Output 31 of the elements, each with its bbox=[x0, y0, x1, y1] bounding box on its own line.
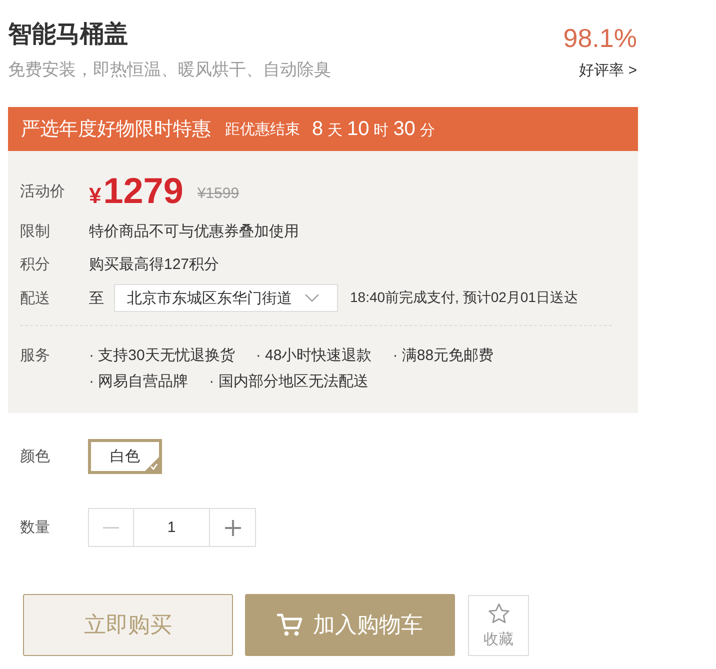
field-label: 数量 bbox=[20, 518, 51, 537]
star-icon bbox=[488, 602, 510, 624]
chevron-down-icon bbox=[305, 294, 319, 302]
service-item: · 支持30天无忧退换货 bbox=[89, 346, 235, 366]
service-item: · 国内部分地区无法配送 bbox=[209, 372, 368, 392]
service-item: · 48小时快速退款 bbox=[256, 346, 372, 366]
countdown-timer: 8 天 10 时 30 分 bbox=[312, 118, 435, 140]
product-title: 智能马桶盖 bbox=[8, 20, 129, 50]
rating-link[interactable]: 好评率 > bbox=[579, 60, 637, 82]
address-dropdown[interactable]: 北京市东城区东华门街道 bbox=[114, 284, 338, 312]
field-label: 积分 bbox=[20, 255, 51, 274]
product-subtitle: 免费安装，即热恒温、暖风烘干、自动除臭 bbox=[8, 59, 331, 81]
original-price: ¥1599 bbox=[197, 184, 240, 202]
cart-icon bbox=[277, 613, 303, 637]
field-label: 活动价 bbox=[20, 182, 66, 200]
promo-title: 严选年度好物限时特惠 bbox=[21, 118, 211, 142]
field-label: 服务 bbox=[20, 346, 51, 366]
sale-price: ¥1279 bbox=[89, 170, 184, 212]
address-prefix: 至 bbox=[89, 288, 104, 308]
field-value: 购买最高得127积分 bbox=[89, 255, 220, 274]
service-item: · 网易自营品牌 bbox=[89, 372, 188, 392]
service-item: · 满88元免邮费 bbox=[392, 346, 494, 366]
color-option[interactable]: 白色 bbox=[88, 439, 162, 474]
field-label: 颜色 bbox=[20, 447, 51, 466]
check-corner-icon bbox=[145, 457, 159, 471]
field-label: 配送 bbox=[20, 288, 51, 308]
delivery-note: 18:40前完成支付, 预计02月01日送达 bbox=[350, 289, 578, 307]
countdown-label: 距优惠结束 bbox=[225, 120, 300, 138]
field-label: 限制 bbox=[20, 222, 51, 241]
field-value: 特价商品不可与优惠券叠加使用 bbox=[89, 222, 299, 241]
rating-value: 98.1% bbox=[563, 22, 637, 55]
